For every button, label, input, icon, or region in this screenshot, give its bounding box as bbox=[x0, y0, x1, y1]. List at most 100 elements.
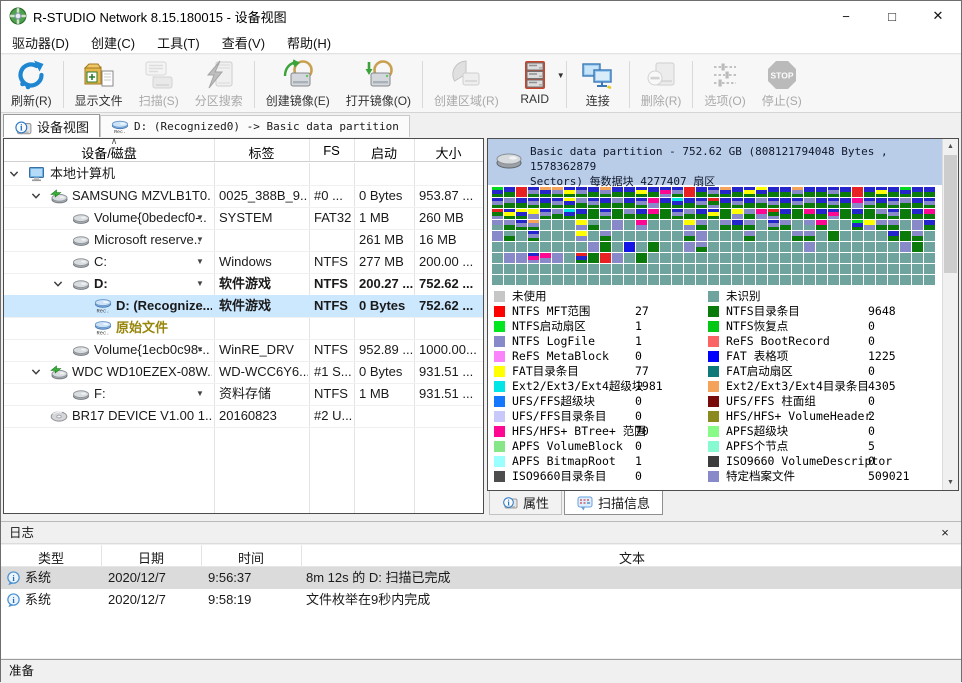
block-cell[interactable] bbox=[816, 275, 827, 285]
block-cell[interactable] bbox=[732, 242, 743, 252]
block-cell[interactable] bbox=[816, 187, 827, 197]
block-cell[interactable] bbox=[900, 209, 911, 219]
block-cell[interactable] bbox=[852, 275, 863, 285]
block-cell[interactable] bbox=[504, 275, 515, 285]
block-cell[interactable] bbox=[888, 275, 899, 285]
block-cell[interactable] bbox=[516, 220, 527, 230]
block-cell[interactable] bbox=[528, 242, 539, 252]
device-row-0[interactable]: 本地计算机 bbox=[4, 163, 483, 185]
block-cell[interactable] bbox=[576, 198, 587, 208]
block-cell[interactable] bbox=[504, 242, 515, 252]
block-cell[interactable] bbox=[492, 209, 503, 219]
log-column-header-1[interactable]: 日期 bbox=[101, 548, 201, 567]
block-cell[interactable] bbox=[564, 198, 575, 208]
block-cell[interactable] bbox=[840, 187, 851, 197]
block-cell[interactable] bbox=[672, 220, 683, 230]
block-cell[interactable] bbox=[576, 209, 587, 219]
block-cell[interactable] bbox=[576, 220, 587, 230]
block-cell[interactable] bbox=[840, 275, 851, 285]
block-cell[interactable] bbox=[744, 264, 755, 274]
toolbar-show-files-button[interactable]: 显示文件 bbox=[67, 57, 131, 112]
block-cell[interactable] bbox=[720, 242, 731, 252]
block-cell[interactable] bbox=[768, 198, 779, 208]
block-cell[interactable] bbox=[684, 253, 695, 263]
block-cell[interactable] bbox=[516, 231, 527, 241]
dropdown-arrow-icon[interactable]: ▼ bbox=[557, 71, 565, 80]
menu-item-4[interactable]: 帮助(H) bbox=[276, 31, 342, 53]
block-cell[interactable] bbox=[768, 253, 779, 263]
block-cell[interactable] bbox=[588, 187, 599, 197]
block-cell[interactable] bbox=[756, 220, 767, 230]
block-cell[interactable] bbox=[924, 242, 935, 252]
block-cell[interactable] bbox=[684, 264, 695, 274]
block-cell[interactable] bbox=[564, 187, 575, 197]
maximize-button[interactable]: □ bbox=[869, 1, 915, 31]
scan-block-map[interactable] bbox=[492, 187, 938, 286]
block-cell[interactable] bbox=[864, 264, 875, 274]
block-cell[interactable] bbox=[588, 242, 599, 252]
block-cell[interactable] bbox=[528, 198, 539, 208]
block-cell[interactable] bbox=[816, 198, 827, 208]
block-cell[interactable] bbox=[660, 242, 671, 252]
block-cell[interactable] bbox=[588, 220, 599, 230]
block-cell[interactable] bbox=[828, 275, 839, 285]
block-cell[interactable] bbox=[828, 209, 839, 219]
block-cell[interactable] bbox=[672, 231, 683, 241]
close-button[interactable]: ✕ bbox=[915, 1, 961, 31]
block-cell[interactable] bbox=[528, 275, 539, 285]
block-cell[interactable] bbox=[672, 198, 683, 208]
log-column-header-2[interactable]: 时间 bbox=[201, 548, 301, 567]
scan-panel-scrollbar[interactable]: ▲ ▼ bbox=[942, 139, 958, 490]
block-cell[interactable] bbox=[696, 242, 707, 252]
block-cell[interactable] bbox=[660, 220, 671, 230]
scan-tab-1[interactable]: 扫描信息 bbox=[564, 491, 663, 515]
block-cell[interactable] bbox=[756, 253, 767, 263]
device-column-header-3[interactable]: 启动 bbox=[354, 143, 414, 162]
block-cell[interactable] bbox=[828, 220, 839, 230]
block-cell[interactable] bbox=[636, 253, 647, 263]
block-cell[interactable] bbox=[924, 198, 935, 208]
toolbar-raid-button[interactable]: ▼RAID bbox=[507, 57, 563, 112]
block-cell[interactable] bbox=[756, 242, 767, 252]
block-cell[interactable] bbox=[768, 209, 779, 219]
device-row-11[interactable]: BR17 DEVICE V1.00 1....20160823#2 U... bbox=[4, 405, 483, 427]
block-cell[interactable] bbox=[768, 231, 779, 241]
block-cell[interactable] bbox=[780, 209, 791, 219]
block-cell[interactable] bbox=[624, 187, 635, 197]
block-cell[interactable] bbox=[528, 231, 539, 241]
block-cell[interactable] bbox=[720, 253, 731, 263]
block-cell[interactable] bbox=[888, 209, 899, 219]
view-tab-0[interactable]: i设备视图 bbox=[3, 114, 100, 137]
block-cell[interactable] bbox=[552, 253, 563, 263]
block-cell[interactable] bbox=[588, 253, 599, 263]
block-cell[interactable] bbox=[780, 220, 791, 230]
block-cell[interactable] bbox=[840, 209, 851, 219]
toolbar-create-image-button[interactable]: 创建镜像(E) bbox=[258, 57, 338, 112]
block-cell[interactable] bbox=[492, 242, 503, 252]
block-cell[interactable] bbox=[876, 209, 887, 219]
block-cell[interactable] bbox=[828, 242, 839, 252]
block-cell[interactable] bbox=[768, 220, 779, 230]
block-cell[interactable] bbox=[684, 220, 695, 230]
toolbar-connect-button[interactable]: 连接 bbox=[570, 57, 626, 112]
block-cell[interactable] bbox=[924, 264, 935, 274]
block-cell[interactable] bbox=[708, 231, 719, 241]
block-cell[interactable] bbox=[492, 275, 503, 285]
block-cell[interactable] bbox=[600, 264, 611, 274]
block-cell[interactable] bbox=[576, 187, 587, 197]
block-cell[interactable] bbox=[828, 187, 839, 197]
block-cell[interactable] bbox=[564, 253, 575, 263]
block-cell[interactable] bbox=[612, 220, 623, 230]
scan-tab-0[interactable]: i属性 bbox=[489, 491, 562, 515]
device-row-4[interactable]: C:▼WindowsNTFS277 MB200.00 ... bbox=[4, 251, 483, 273]
block-cell[interactable] bbox=[612, 209, 623, 219]
block-cell[interactable] bbox=[648, 198, 659, 208]
block-cell[interactable] bbox=[924, 220, 935, 230]
block-cell[interactable] bbox=[696, 253, 707, 263]
block-cell[interactable] bbox=[552, 220, 563, 230]
block-cell[interactable] bbox=[852, 220, 863, 230]
block-cell[interactable] bbox=[720, 275, 731, 285]
block-cell[interactable] bbox=[912, 253, 923, 263]
block-cell[interactable] bbox=[684, 209, 695, 219]
block-cell[interactable] bbox=[900, 231, 911, 241]
